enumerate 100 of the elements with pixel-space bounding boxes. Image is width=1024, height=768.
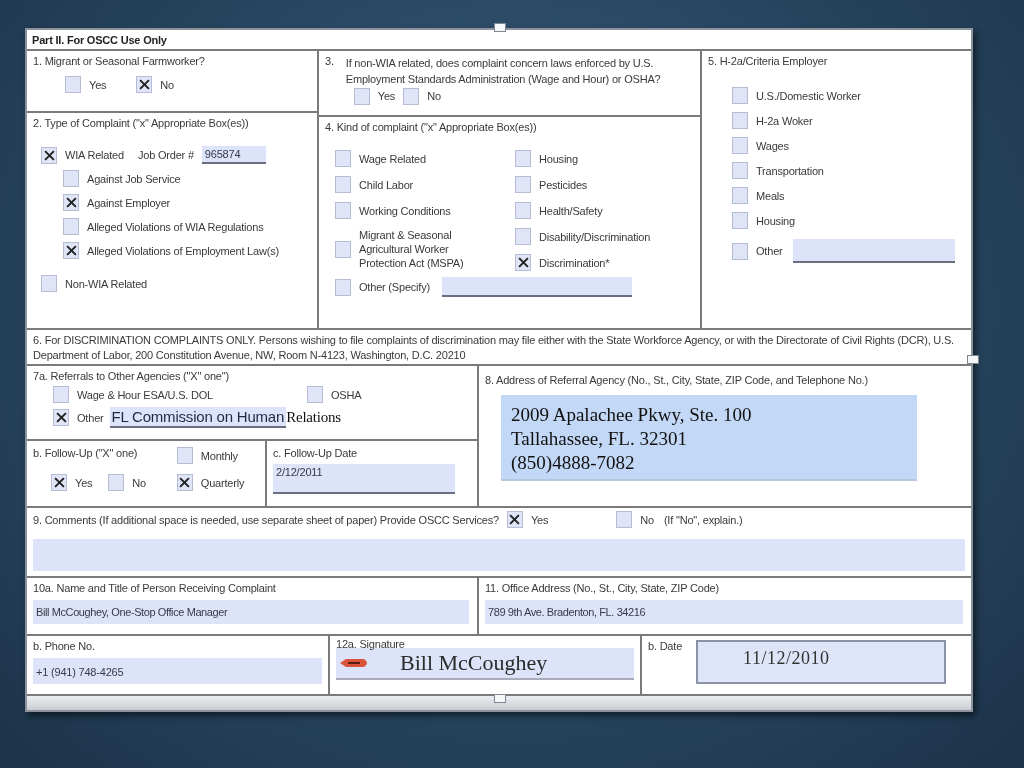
question-label: 1. Migrant or Seasonal Farmworker? [33,55,205,67]
checkbox-label: Non-WIA Related [65,276,147,291]
checkbox-label: OSHA [331,387,362,402]
checkbox-label: Yes [75,475,93,490]
checkbox[interactable] [335,202,351,219]
checkbox-label: Working Conditions [359,203,451,218]
checkbox-label: No [132,475,147,490]
checkbox-label: Monthly [200,448,238,463]
checkbox[interactable] [176,447,193,464]
checkbox-label: Pesticides [539,177,588,192]
checkbox-label: Discrimination* [539,255,610,270]
resize-handle[interactable] [494,23,506,32]
checkbox[interactable] [53,409,69,426]
checkbox[interactable] [732,212,748,229]
checkbox-label: No [427,89,441,104]
checkbox[interactable] [515,228,531,245]
checkbox[interactable] [732,112,748,129]
checkbox[interactable] [335,150,351,167]
checkbox-label: Health/Safety [539,203,603,218]
checkbox[interactable] [515,150,531,167]
question-label: If non-WIA related, does complaint concern laws enforced by U.S. Employment Standards Administration (Wage and Hour) or OSHA? [345,57,661,85]
checkbox[interactable] [63,218,79,235]
checkbox[interactable] [732,162,748,179]
checkbox[interactable] [732,87,748,104]
checkbox[interactable] [732,187,748,204]
question-label: c. Follow-Up Date [273,447,357,459]
overflow-text: Relations [286,409,341,426]
checkbox[interactable] [616,511,633,528]
question-label: 11. Office Address (No., St., City, State, ZIP Code) [485,582,719,594]
input-field[interactable] [792,239,955,263]
checkbox[interactable] [335,240,351,258]
checkbox-label: Yes [530,512,549,527]
checkbox[interactable] [515,254,531,271]
notice-text: 6. For DISCRIMINATION COMPLAINTS ONLY. Persons wishing to file complaints of discrimination may file either with the State Workforce Agency, or with the Directorate of Civil Rights (DCR), U.S. Department of Labor, 200 Constitution Avenue, NW, Room N-4123, Washington, D.C. 20210 [33,333,955,363]
checkbox-label: Quarterly [200,475,245,490]
pen-icon [340,658,370,668]
checkbox-label: Against Employer [87,195,170,210]
question-label: b. Date [648,640,683,654]
checkbox-label: Child Labor [359,177,414,192]
checkbox-label: Wages [756,138,789,153]
checkbox[interactable] [51,474,67,491]
checkbox-label: Alleged Violations of WIA Regulations [87,219,264,234]
checkbox[interactable] [506,511,523,528]
question-label: 2. Type of Complaint ("x" Appropriate Box(es)) [33,117,249,129]
input-field[interactable]: FL Commission on Human [109,407,287,428]
question-label: 12a. Signature [336,638,405,650]
checkbox[interactable] [515,176,531,193]
question-label: b. Phone No. [33,640,95,652]
checkbox[interactable] [136,76,153,93]
checkbox[interactable] [63,194,79,211]
checkbox-label: H-2a Woker [756,113,813,128]
resize-handle[interactable] [494,694,506,703]
input-field[interactable]: +1 (941) 748-4265 [33,658,322,684]
question-label: b. Follow-Up ("X" one) [33,447,139,461]
checkbox[interactable] [65,76,81,93]
checkbox[interactable] [335,278,351,296]
checkbox-label: Housing [756,213,795,228]
input-field[interactable]: Bill McCoughey, One-Stop Office Manager [33,600,469,624]
checkbox[interactable] [176,474,193,491]
checkbox[interactable] [732,242,748,260]
input-field[interactable]: 2/12/2011 [273,464,455,494]
checkbox[interactable] [307,386,323,403]
checkbox-label: Yes [89,77,107,92]
checkbox[interactable] [732,137,748,154]
checkbox[interactable] [403,87,420,105]
checkbox-label: No [640,512,654,527]
checkbox-label: U.S./Domestic Worker [756,88,861,103]
input-field[interactable] [441,277,632,297]
checkbox[interactable] [63,242,79,259]
form-title: Part II. For OSCC Use Only [27,30,971,51]
checkbox-label: Against Job Service [87,171,181,186]
checkbox-label: Transportation [756,163,824,178]
checkbox-label: Wage & Hour ESA/U.S. DOL [77,387,213,402]
question-label: 5. H-2a/Criteria Employer [708,55,828,67]
checkbox[interactable] [63,170,79,187]
checkbox[interactable] [353,87,370,105]
date-field[interactable]: 11/12/2010 [696,640,947,684]
question-label: 8. Address of Referral Agency (No., St., City, State, ZIP Code, and Telephone No.) [485,374,868,386]
checkbox-label: Migrant & Seasonal Agricultural Worker Protection Act (MSPA) [359,228,465,270]
checkbox[interactable] [41,146,57,164]
question-label: 9. Comments (If additional space is needed, use separate sheet of paper) Provide OSCC Services? [33,513,499,526]
checkbox[interactable] [335,176,351,193]
checkbox-label: Meals [756,188,785,203]
checkbox-label: Other [77,410,104,425]
checkbox-label: No [160,77,175,92]
question-label: 7a. Referrals to Other Agencies ("X" one") [33,370,229,382]
comments-field[interactable] [33,539,965,571]
checkbox[interactable] [41,275,57,292]
resize-handle[interactable] [967,355,979,364]
checkbox[interactable] [108,474,125,491]
input-field[interactable]: 789 9th Ave. Bradenton, FL. 34216 [485,600,963,624]
checkbox-label: Wage Related [359,151,426,166]
checkbox-label: Alleged Violations of Employment Law(s) [87,243,279,258]
address-field[interactable]: 2009 Apalachee Pkwy, Ste. 100 Tallahassee, FL. 32301 (850)4888-7082 [501,395,917,481]
question-label: 4. Kind of complaint ("x" Appropriate Box(es)) [325,121,537,133]
checkbox-label: WIA Related [65,148,124,162]
input-field[interactable]: 965874 [201,146,266,164]
checkbox[interactable] [53,386,69,403]
checkbox-label: Yes [377,89,396,104]
checkbox[interactable] [515,202,531,219]
